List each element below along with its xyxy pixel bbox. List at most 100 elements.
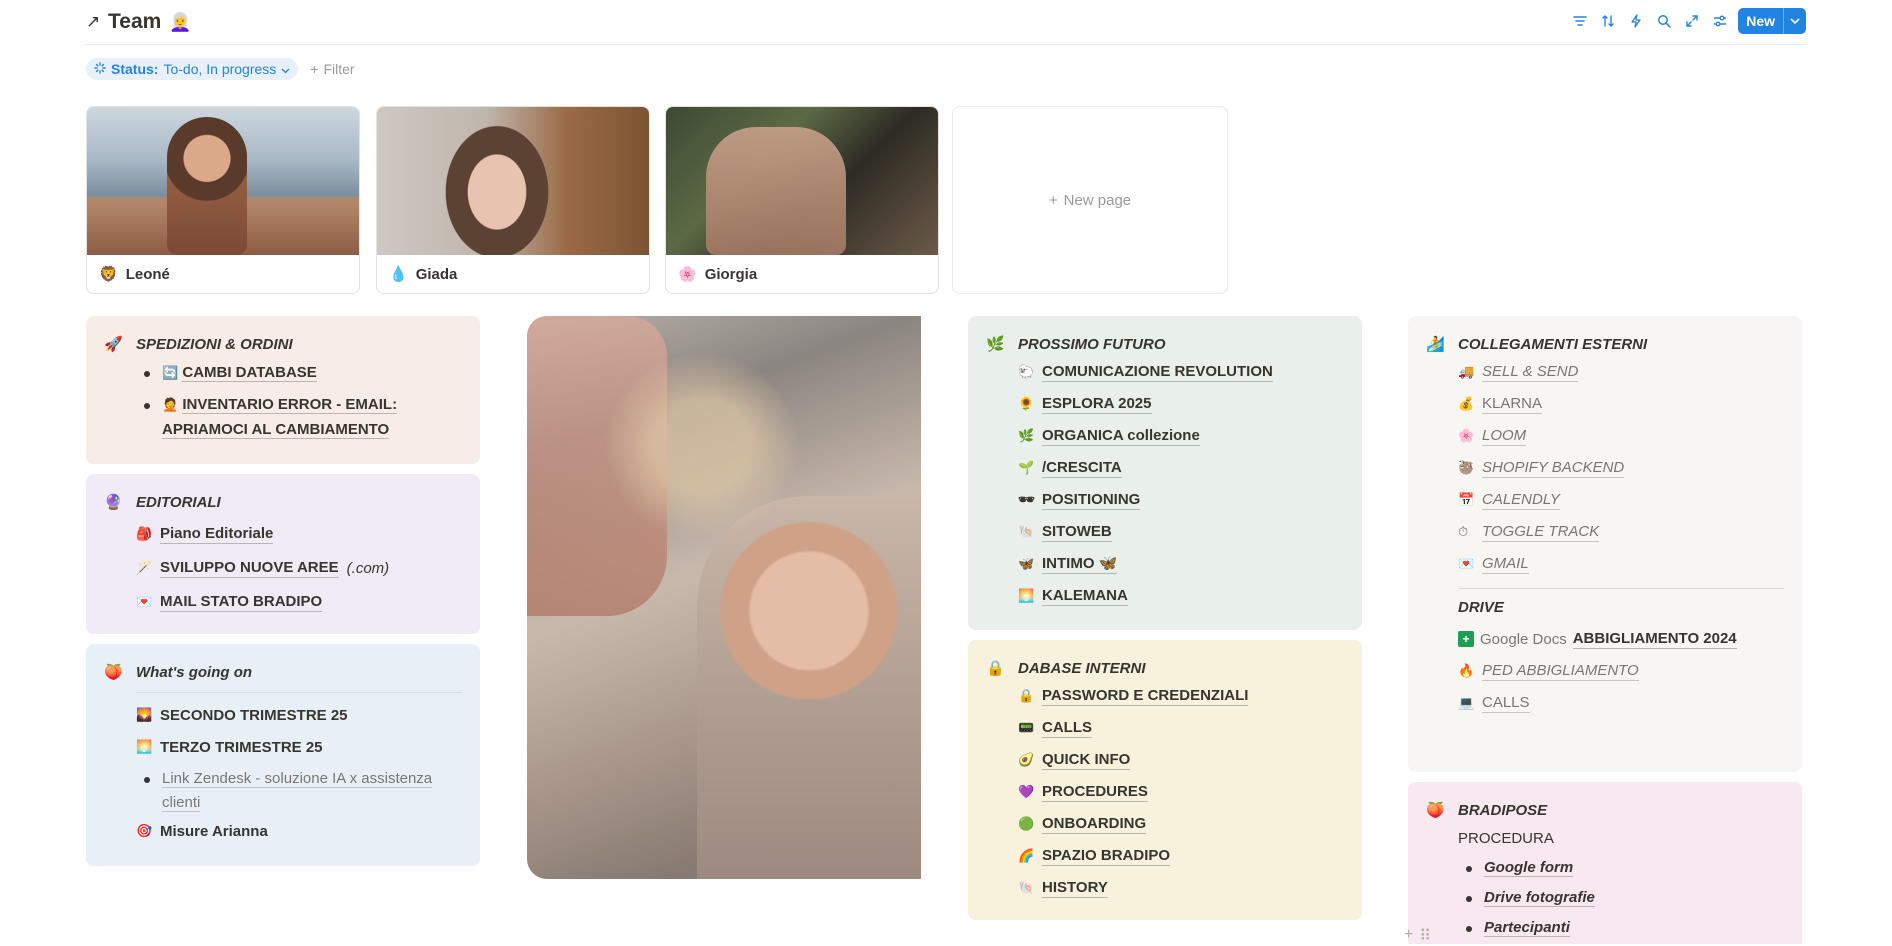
page-link-row[interactable]: 🌻 ESPLORA 2025 (986, 388, 1344, 420)
list-item[interactable]: Google form (1426, 859, 1784, 877)
page-title[interactable]: Team (108, 10, 161, 34)
page-link-row[interactable]: 🌅 KALEMANA (986, 580, 1344, 612)
gallery-card-giorgia[interactable]: 🌸 Giorgia (665, 106, 939, 294)
page-link-row[interactable]: 💜 PROCEDURES (986, 776, 1344, 808)
page-link[interactable]: PROCEDURES (1042, 783, 1148, 802)
page-link[interactable]: Misure Arianna (160, 823, 268, 840)
linked-view-arrow-icon[interactable]: ↗ (86, 12, 100, 32)
page-link[interactable]: SECONDO TRIMESTRE 25 (160, 707, 348, 724)
page-link-continued[interactable]: APRIAMOCI AL CAMBIAMENTO (162, 421, 390, 439)
external-link-row[interactable]: 💰 KLARNA (1426, 388, 1784, 420)
page-link-row[interactable]: 🐚 HISTORY (986, 872, 1344, 904)
page-link[interactable]: CAMBI DATABASE (182, 364, 317, 382)
page-link-row[interactable]: 🦋 INTIMO 🦋 (986, 548, 1344, 580)
page-link-row[interactable]: 🎯 Misure Arianna (104, 815, 462, 847)
page-link[interactable]: CALLS (1042, 719, 1092, 738)
status-filter-chip[interactable]: Status: To-do, In progress (86, 58, 299, 80)
external-link-row[interactable]: ⏱ TOGGLE TRACK (1426, 516, 1784, 548)
new-dropdown-chevron-icon[interactable] (1783, 8, 1806, 34)
page-link[interactable]: /CRESCITA (1042, 459, 1122, 478)
external-link-row[interactable]: 🌸 LOOM (1426, 420, 1784, 452)
page-link-row[interactable]: 🌱 /CRESCITA (986, 452, 1344, 484)
external-link[interactable]: GMAIL (1482, 555, 1529, 574)
page-link[interactable]: ONBOARDING (1042, 815, 1147, 834)
page-link[interactable]: INVENTARIO ERROR - EMAIL: (182, 396, 398, 414)
page-link[interactable]: HISTORY (1042, 879, 1108, 898)
drive-link[interactable]: PED ABBIGLIAMENTO (1482, 662, 1639, 681)
page-link[interactable]: TERZO TRIMESTRE 25 (160, 739, 323, 756)
list-link[interactable]: Partecipanti (1484, 919, 1570, 937)
drive-link-row[interactable]: 💻 CALLS (1426, 687, 1784, 719)
page-link[interactable]: PASSWORD E CREDENZIALI (1042, 687, 1249, 706)
page-link-row[interactable]: 🌈 SPAZIO BRADIPO (986, 840, 1344, 872)
add-filter-button[interactable]: + Filter (310, 61, 354, 77)
page-link[interactable]: INTIMO 🦋 (1042, 555, 1118, 574)
list-item[interactable]: Link Zendesk - soluzione IA x assistenza… (104, 767, 462, 815)
page-link-row[interactable]: 🐑 COMUNICAZIONE REVOLUTION (986, 356, 1344, 388)
external-link-row[interactable]: 🦥 SHOPIFY BACKEND (1426, 452, 1784, 484)
external-link-row[interactable]: 🚚 SELL & SEND (1426, 356, 1784, 388)
page-link[interactable]: Piano Editoriale (160, 525, 274, 544)
card-caption[interactable]: 🌸 Giorgia (666, 255, 938, 293)
add-block-icon[interactable]: + (1404, 926, 1413, 946)
list-item[interactable]: Drive fotografie (1426, 889, 1784, 907)
page-link[interactable]: SVILUPPO NUOVE AREE (160, 559, 339, 578)
drive-link[interactable]: ABBIGLIAMENTO 2024 (1572, 630, 1737, 649)
card-title[interactable]: Giorgia (705, 266, 758, 283)
drive-link[interactable]: CALLS (1482, 694, 1530, 713)
drive-link-row[interactable]: + Google Docs ABBIGLIAMENTO 2024 (1426, 623, 1784, 655)
list-item[interactable]: 🔄 CAMBI DATABASE (104, 364, 462, 382)
external-link-continued[interactable]: clienti (162, 794, 201, 812)
expand-icon[interactable] (1682, 11, 1702, 31)
list-item[interactable]: 🤦 INVENTARIO ERROR - EMAIL: APRIAMOCI AL … (104, 393, 462, 442)
page-link-row[interactable]: 📟 CALLS (986, 712, 1344, 744)
new-button-label[interactable]: New (1738, 13, 1783, 29)
page-link[interactable]: SPAZIO BRADIPO (1042, 847, 1171, 866)
page-link-row[interactable]: 🪄 SVILUPPO NUOVE AREE (.com) (104, 552, 462, 584)
external-link-row[interactable]: 💌 GMAIL (1426, 548, 1784, 580)
page-link[interactable]: QUICK INFO (1042, 751, 1131, 770)
sort-icon[interactable] (1598, 11, 1618, 31)
card-title[interactable]: Giada (416, 266, 458, 283)
page-link-row[interactable]: 💌 MAIL STATO BRADIPO (104, 586, 462, 618)
page-link-row[interactable]: 🟢 ONBOARDING (986, 808, 1344, 840)
list-link[interactable]: Google form (1484, 859, 1574, 877)
new-button[interactable]: New (1738, 8, 1806, 34)
page-link-row[interactable]: 🔒 PASSWORD E CREDENZIALI (986, 680, 1344, 712)
page-link[interactable]: COMUNICAZIONE REVOLUTION (1042, 363, 1273, 382)
gallery-card-leone[interactable]: 🦁 Leoné (86, 106, 360, 294)
settings-icon[interactable] (1710, 11, 1730, 31)
drive-link-row[interactable]: 🔥 PED ABBIGLIAMENTO (1426, 655, 1784, 687)
page-link[interactable]: ESPLORA 2025 (1042, 395, 1152, 414)
page-link-row[interactable]: 🥑 QUICK INFO (986, 744, 1344, 776)
external-link[interactable]: LOOM (1482, 427, 1527, 446)
card-caption[interactable]: 💧 Giada (377, 255, 649, 293)
new-page-card[interactable]: + New page (952, 106, 1228, 294)
external-link-row[interactable]: 📅 CALENDLY (1426, 484, 1784, 516)
automation-icon[interactable] (1626, 11, 1646, 31)
page-link[interactable]: ORGANICA collezione (1042, 427, 1200, 446)
page-link[interactable]: POSITIONING (1042, 491, 1141, 510)
external-link[interactable]: TOGGLE TRACK (1482, 523, 1600, 542)
list-item[interactable]: Partecipanti (1426, 919, 1784, 937)
page-link-row[interactable]: 🌅 TERZO TRIMESTRE 25 (104, 731, 462, 763)
page-link-row[interactable]: 🐚 SITOWEB (986, 516, 1344, 548)
card-caption[interactable]: 🦁 Leoné (87, 255, 359, 293)
external-link[interactable]: KLARNA (1482, 395, 1543, 414)
card-title[interactable]: Leoné (126, 266, 170, 283)
filter-icon[interactable] (1570, 11, 1590, 31)
external-link[interactable]: SELL & SEND (1482, 363, 1579, 382)
gallery-card-giada[interactable]: 💧 Giada (376, 106, 650, 294)
page-link-row[interactable]: 🌿 ORGANICA collezione (986, 420, 1344, 452)
page-link[interactable]: SITOWEB (1042, 523, 1112, 542)
page-link-row[interactable]: 🎒 Piano Editoriale (104, 518, 462, 550)
page-link[interactable]: KALEMANA (1042, 587, 1128, 606)
list-link[interactable]: Drive fotografie (1484, 889, 1595, 907)
page-link-row[interactable]: 🌄 SECONDO TRIMESTRE 25 (104, 699, 462, 731)
external-link[interactable]: CALENDLY (1482, 491, 1560, 510)
search-icon[interactable] (1654, 11, 1674, 31)
external-link[interactable]: SHOPIFY BACKEND (1482, 459, 1625, 478)
page-link[interactable]: MAIL STATO BRADIPO (160, 593, 323, 612)
drag-handle-icon[interactable]: ⠿ (1419, 926, 1431, 946)
external-link[interactable]: Link Zendesk - soluzione IA x assistenza (162, 770, 433, 788)
